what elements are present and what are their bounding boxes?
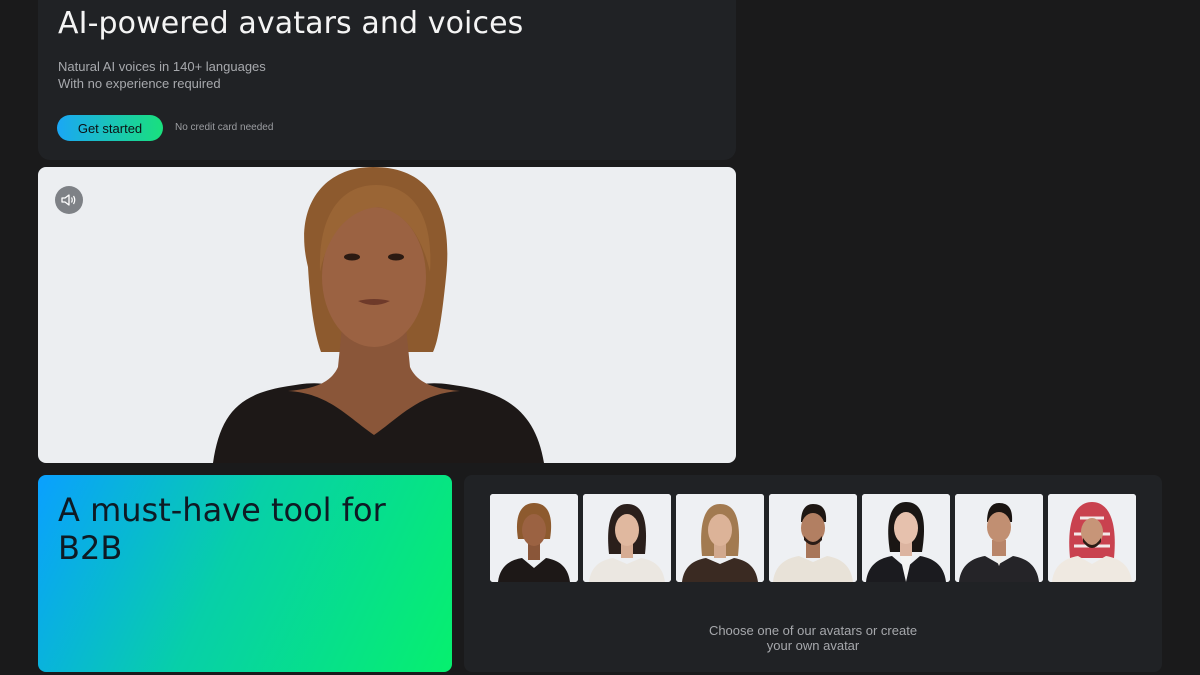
avatar-image (676, 494, 764, 582)
hero-card: AI-powered avatars and voices Natural AI… (38, 0, 736, 160)
avatar-image (1048, 494, 1136, 582)
b2b-title: A must-have tool for B2B (58, 491, 386, 567)
avatar-thumbnail-row (490, 494, 1136, 582)
avatar-portrait-image (213, 167, 544, 463)
avatars-caption-line-2: your own avatar (766, 638, 860, 653)
no-credit-card-note: No credit card needed (175, 122, 274, 133)
volume-toggle-button[interactable] (55, 186, 83, 214)
avatars-caption: Choose one of our avatars or create your… (464, 623, 1162, 653)
avatar-chooser-card: Choose one of our avatars or create your… (464, 475, 1162, 672)
avatar-thumbnail[interactable] (862, 494, 950, 582)
hero-title: AI-powered avatars and voices (58, 6, 524, 41)
avatar-image (955, 494, 1043, 582)
speaker-icon (61, 194, 76, 206)
get-started-button[interactable]: Get started (57, 115, 163, 141)
avatar-thumbnail[interactable] (676, 494, 764, 582)
avatar-image (583, 494, 671, 582)
avatar-thumbnail[interactable] (583, 494, 671, 582)
avatar-thumbnail[interactable] (1048, 494, 1136, 582)
avatar-image (490, 494, 578, 582)
avatar-thumbnail[interactable] (955, 494, 1043, 582)
avatar-thumbnail[interactable] (490, 494, 578, 582)
hero-subtitle: Natural AI voices in 140+ languages With… (58, 58, 266, 92)
avatar-thumbnail[interactable] (769, 494, 857, 582)
hero-subtitle-line-2: With no experience required (58, 76, 221, 91)
hero-subtitle-line-1: Natural AI voices in 140+ languages (58, 59, 266, 74)
b2b-feature-card: A must-have tool for B2B (38, 475, 452, 672)
avatar-video-player[interactable] (38, 167, 736, 463)
avatar-image (769, 494, 857, 582)
avatars-caption-line-1: Choose one of our avatars or create (708, 623, 918, 638)
avatar-image (862, 494, 950, 582)
